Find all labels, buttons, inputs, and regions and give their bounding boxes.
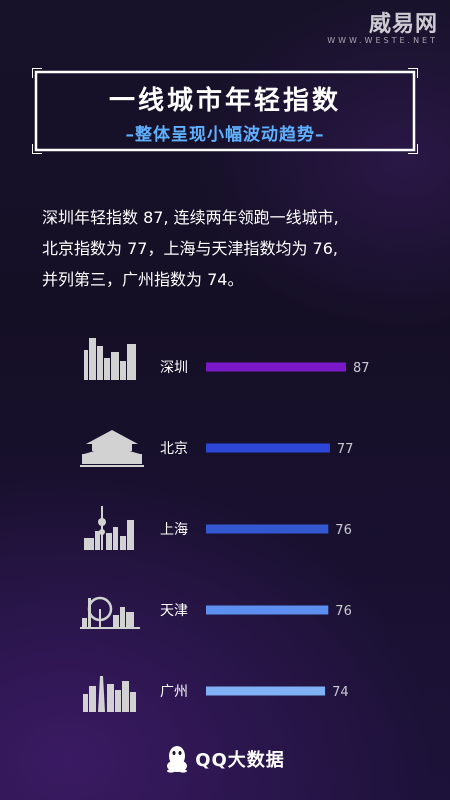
category-label: 上海: [160, 522, 188, 538]
qq-penguin-icon: [167, 746, 188, 773]
tianjin-skyline-icon: [80, 596, 140, 629]
category-label: 天津: [160, 603, 188, 619]
value-label: 76: [335, 523, 352, 538]
category-label: 深圳: [160, 360, 188, 376]
city-index-chart: 深圳 87 北京 77 上海 76 天津 76 广州 74: [80, 338, 370, 712]
shanghai-skyline-icon: [84, 506, 134, 550]
bar: [206, 524, 329, 534]
bar: [206, 686, 326, 696]
tiananmen-icon: [80, 430, 144, 467]
value-label: 76: [335, 604, 352, 619]
value-label: 74: [332, 685, 349, 700]
shenzhen-skyline-icon: [84, 338, 136, 380]
value-label: 87: [353, 361, 370, 376]
bar: [206, 443, 330, 453]
category-label: 广州: [160, 684, 188, 700]
bar: [206, 605, 329, 615]
footer-brand: QQ大数据: [195, 750, 285, 771]
bar: [206, 362, 346, 372]
footer: QQ大数据: [0, 742, 450, 776]
category-label: 北京: [160, 441, 188, 457]
value-label: 77: [337, 442, 354, 457]
guangzhou-skyline-icon: [83, 676, 136, 712]
